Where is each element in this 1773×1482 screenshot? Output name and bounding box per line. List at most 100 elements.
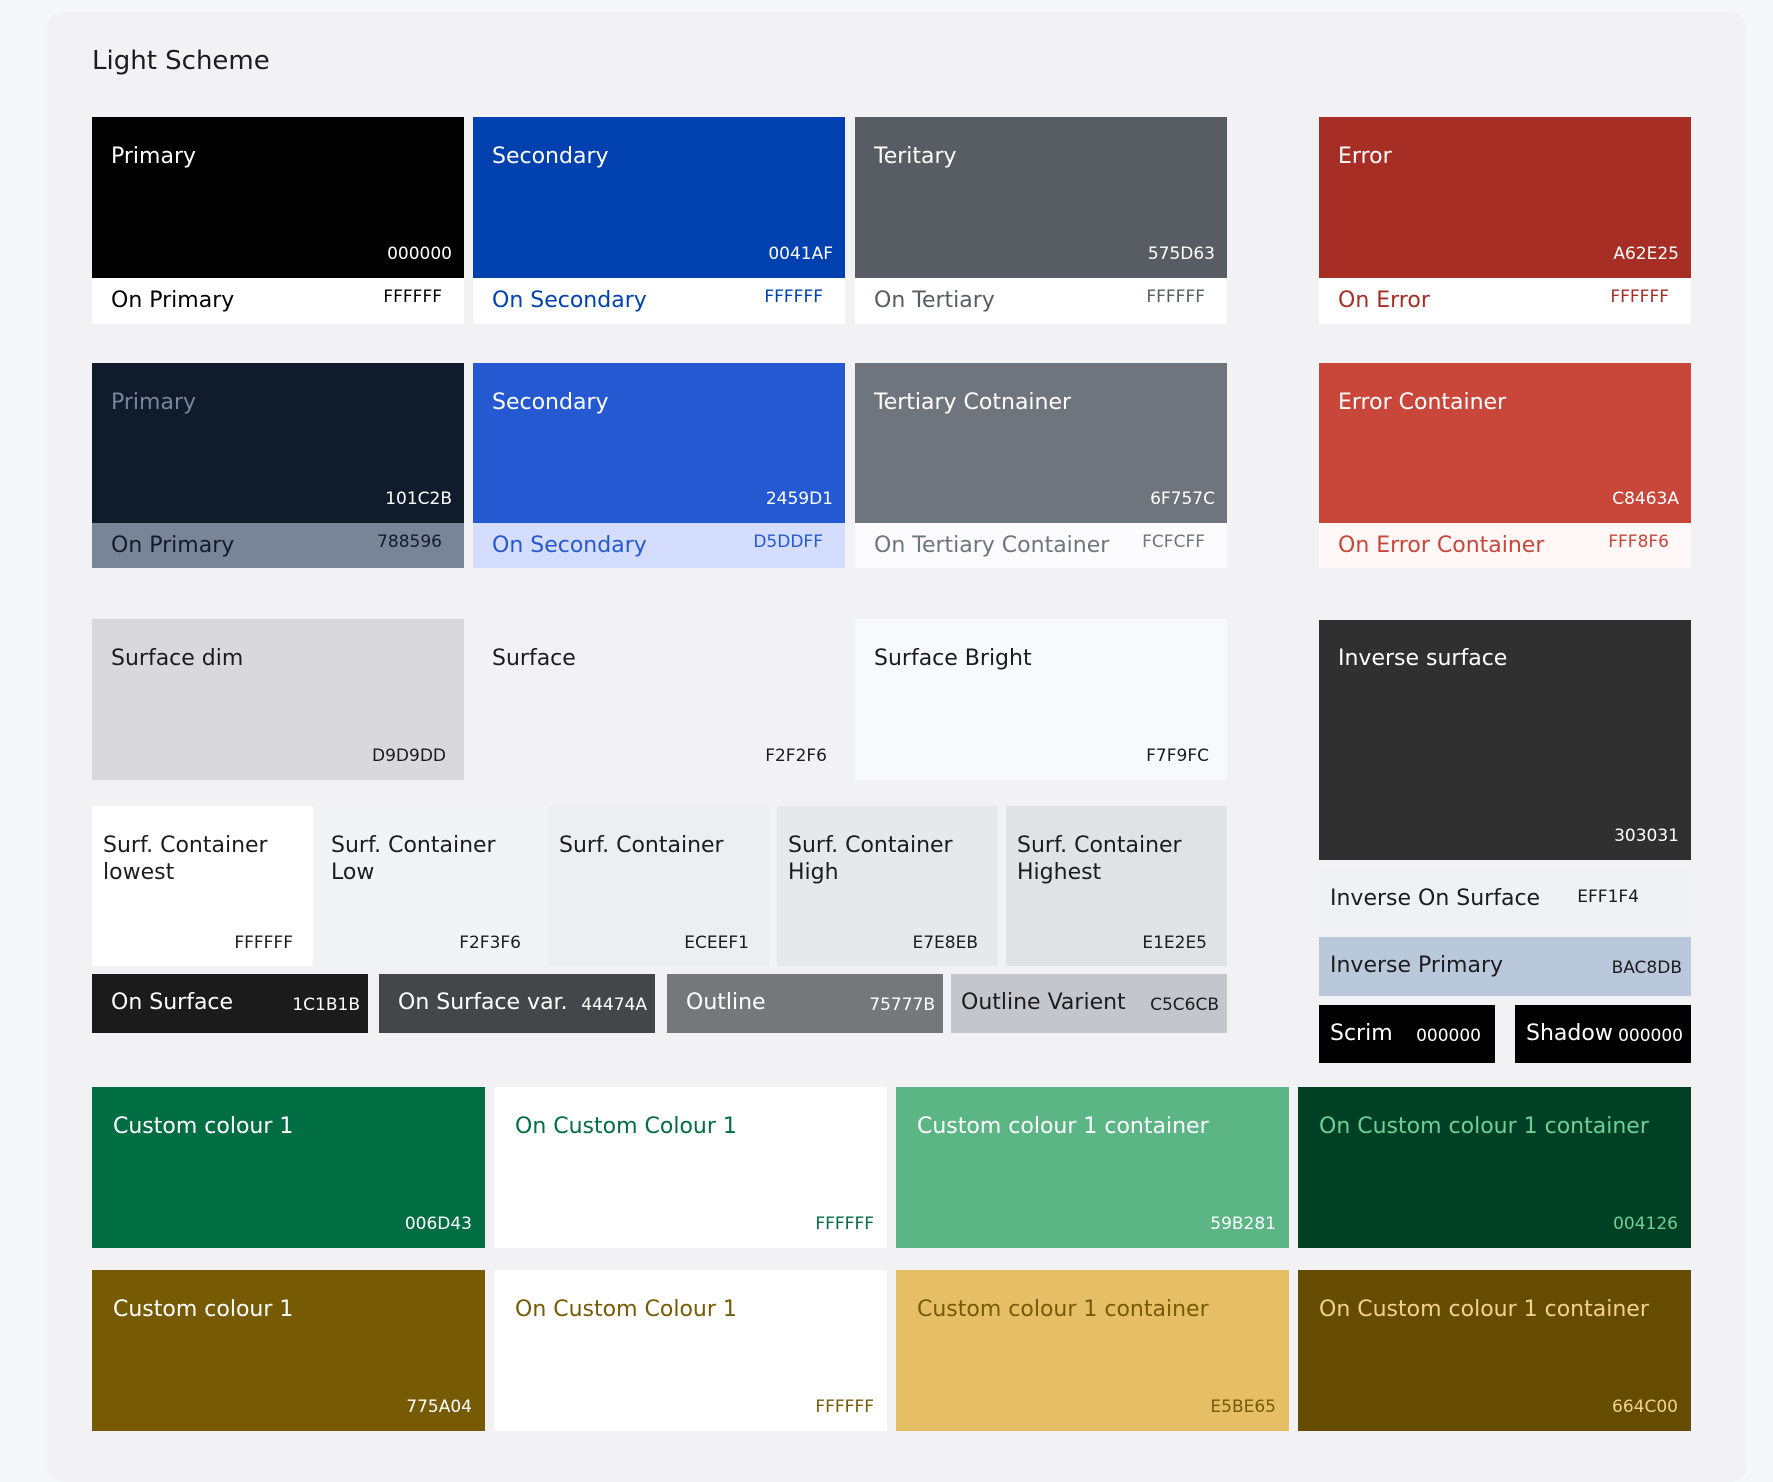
bar-label: Outline [686,990,766,1015]
swatch-label: Tertiary Cotnainer [874,390,1072,415]
custom-hex: 664C00 [1612,1397,1678,1417]
custom-custom_gold-3: On Custom colour 1 container 664C00 [1298,1270,1691,1431]
custom-label: Custom colour 1 container [917,1297,1209,1322]
surface-container-4: Surf. Container Highest E1E2E5 [1006,806,1227,966]
custom-label: Custom colour 1 container [917,1114,1209,1139]
custom-custom_gold-0: Custom colour 1 775A04 [92,1270,485,1431]
swatch-row1-1: Secondary 0041AF [473,117,845,278]
container-label: Surf. Container High [788,833,953,885]
on-bar-row2-0: On Primary 788596 [92,523,464,568]
custom-hex: 006D43 [404,1214,472,1234]
inverse-primary-hex: BAC8DB [1611,958,1682,978]
inverse-surface: Inverse surface 303031 [1319,620,1691,860]
inverse-primary: Inverse Primary BAC8DB [1319,937,1691,996]
custom-label: On Custom Colour 1 [515,1297,737,1322]
on-label: On Primary [111,533,235,558]
custom-label: On Custom colour 1 container [1319,1297,1649,1322]
on-hex: FFFFFF [1610,287,1669,307]
on-hex: FFF8F6 [1608,532,1669,552]
on-label: On Tertiary [874,288,995,313]
swatch-hex: 101C2B [385,489,452,509]
inverse-on-surface-label: Inverse On Surface [1330,886,1541,911]
bar-hex: 44474A [581,995,647,1015]
swatch-label: Secondary [492,144,609,169]
custom-label: On Custom Colour 1 [515,1114,737,1139]
container-hex: E1E2E5 [1142,933,1207,953]
swatch-row2-2: Tertiary Cotnainer 6F757C [855,363,1227,523]
container-label: Surf. Container Low [331,833,496,885]
inverse-surface-hex: 303031 [1614,826,1679,846]
on-bar-row2-1: On Secondary D5DDFF [473,523,845,568]
swatch-row2-1: Secondary 2459D1 [473,363,845,523]
on-label: On Error [1338,288,1430,313]
surface-container-1: Surf. Container Low F2F3F6 [320,806,541,966]
surface-container-0: Surf. Container lowest FFFFFF [92,806,313,966]
swatch-label: Primary [111,390,197,415]
custom-hex: FFFFFF [815,1397,874,1417]
swatch-hex: 000000 [387,244,452,264]
swatch-hex: A62E25 [1613,244,1679,264]
on-label: On Secondary [492,288,647,313]
custom-label: Custom colour 1 [113,1297,294,1322]
surface-label: Surface Bright [874,646,1032,671]
surface-label: Surface [492,646,576,671]
custom-custom_gold-1: On Custom Colour 1 FFFFFF [494,1270,887,1431]
bar-hex: C5C6CB [1150,995,1219,1015]
on-label: On Tertiary Container [874,533,1110,558]
on-bar-row1-3: On Error FFFFFF [1319,278,1691,324]
swatch-row1-2: Teritary 575D63 [855,117,1227,278]
inverse-primary-label: Inverse Primary [1330,953,1504,978]
surface-hex: D9D9DD [372,746,446,766]
inverse-on-surface-hex: EFF1F4 [1577,887,1639,907]
custom-custom_green-0: Custom colour 1 006D43 [92,1087,485,1248]
custom-hex: 775A04 [406,1397,472,1417]
shadow: Shadow 000000 [1515,1005,1691,1063]
inverse-on-surface: Inverse On Surface EFF1F4 [1319,870,1691,928]
container-label: Surf. Container [559,833,724,858]
shadow-hex: 000000 [1618,1026,1683,1046]
custom-custom_green-2: Custom colour 1 container 59B281 [896,1087,1289,1248]
on-hex: FFFFFF [383,287,442,307]
on-surface-bar-2: Outline 75777B [667,974,943,1033]
scrim-hex: 000000 [1416,1026,1481,1046]
on-surface-bar-3: Outline Varient C5C6CB [951,974,1227,1033]
on-label: On Error Container [1338,533,1545,558]
swatch-label: Error [1338,144,1392,169]
scrim-label: Scrim [1330,1021,1393,1046]
custom-hex: 59B281 [1210,1214,1276,1234]
container-label: Surf. Container lowest [103,833,268,885]
surface-2: Surface Bright F7F9FC [855,619,1227,780]
scrim: Scrim 000000 [1319,1005,1495,1063]
on-hex: D5DDFF [753,532,823,552]
on-bar-row1-2: On Tertiary FFFFFF [855,278,1227,324]
surface-label: Surface dim [111,646,244,671]
page-title: Light Scheme [92,46,270,76]
surface-0: Surface dim D9D9DD [92,619,464,780]
on-label: On Secondary [492,533,647,558]
custom-hex: FFFFFF [815,1214,874,1234]
swatch-label: Secondary [492,390,609,415]
surface-1: Surface F2F2F6 [473,619,845,780]
shadow-label: Shadow [1526,1021,1613,1046]
custom-custom_green-1: On Custom Colour 1 FFFFFF [494,1087,887,1248]
custom-label: On Custom colour 1 container [1319,1114,1649,1139]
on-hex: FFFFFF [764,287,823,307]
on-hex: FCFCFF [1142,532,1205,552]
swatch-hex: C8463A [1612,489,1679,509]
on-bar-row2-2: On Tertiary Container FCFCFF [855,523,1227,568]
bar-label: On Surface var. [398,990,568,1015]
bar-label: Outline Varient [961,990,1126,1015]
on-hex: 788596 [377,532,442,552]
on-bar-row1-0: On Primary FFFFFF [92,278,464,324]
bar-label: On Surface [111,990,234,1015]
bar-hex: 75777B [869,995,935,1015]
custom-custom_green-3: On Custom colour 1 container 004126 [1298,1087,1691,1248]
swatch-row1-3: Error A62E25 [1319,117,1691,278]
surface-hex: F2F2F6 [765,746,827,766]
on-label: On Primary [111,288,235,313]
container-hex: FFFFFF [234,933,293,953]
surface-container-3: Surf. Container High E7E8EB [777,806,998,966]
container-hex: ECEEF1 [684,933,749,953]
custom-hex: 004126 [1613,1214,1678,1234]
swatch-label: Error Container [1338,390,1507,415]
